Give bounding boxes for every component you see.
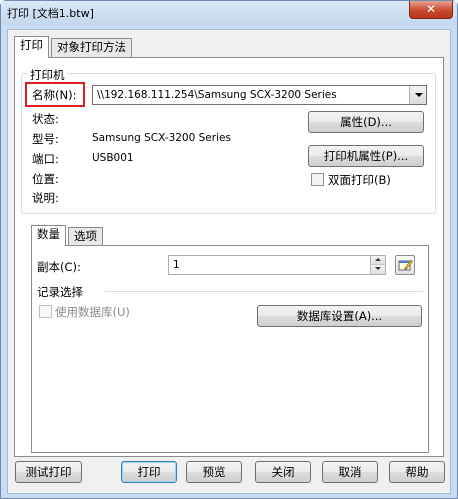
copies-spinner[interactable]: 1 [168, 255, 386, 275]
copies-options-button[interactable] [395, 255, 415, 275]
spin-up-button[interactable] [370, 256, 385, 265]
printer-model-label: 型号: [32, 132, 59, 146]
edit-icon [398, 259, 413, 271]
tab-quantity[interactable]: 数量 [31, 225, 66, 246]
preview-button[interactable]: 预览 [186, 461, 242, 483]
copies-label: 副本(C): [37, 260, 81, 274]
print-button[interactable]: 打印 [121, 461, 177, 483]
printer-group-label: 打印机 [28, 67, 67, 83]
print-dialog: 打印 [文档1.btw] ✕ 打印 对象打印方法 打印机 名称(N): \\19… [0, 0, 458, 499]
print-tab-panel: 打印机 名称(N): \\192.168.111.254\Samsung SCX… [14, 57, 444, 457]
duplex-checkbox[interactable] [311, 173, 324, 186]
title-bar[interactable]: 打印 [文档1.btw] ✕ [1, 1, 457, 25]
record-selection-separator [105, 291, 423, 292]
cancel-button[interactable]: 取消 [322, 461, 378, 483]
dialog-body: 打印 对象打印方法 打印机 名称(N): \\192.168.111.254\S… [7, 29, 451, 494]
close-window-button[interactable]: ✕ [409, 1, 453, 19]
printer-name-value: \\192.168.111.254\Samsung SCX-3200 Serie… [97, 89, 337, 101]
arrow-down-icon [375, 267, 381, 270]
spin-down-button[interactable] [370, 265, 385, 274]
printer-location-label: 位置: [32, 172, 59, 186]
printer-name-select[interactable]: \\192.168.111.254\Samsung SCX-3200 Serie… [92, 85, 427, 105]
tab-object-print-method[interactable]: 对象打印方法 [51, 38, 132, 57]
tab-options[interactable]: 选项 [68, 227, 103, 246]
use-database-checkbox[interactable] [39, 305, 52, 318]
printer-port-value: USB001 [92, 152, 134, 164]
copies-spin-buttons [370, 256, 385, 274]
database-settings-button[interactable]: 数据库设置(A)... [257, 305, 422, 327]
tab-print[interactable]: 打印 [14, 36, 49, 58]
test-print-button[interactable]: 测试打印 [15, 461, 82, 483]
close-button[interactable]: 关闭 [255, 461, 311, 483]
arrow-up-icon [375, 258, 381, 261]
use-database-label: 使用数据库(U) [55, 305, 130, 319]
printer-model-value: Samsung SCX-3200 Series [92, 132, 231, 144]
window-title: 打印 [文档1.btw] [7, 7, 94, 20]
properties-button[interactable]: 属性(D)... [308, 111, 424, 133]
close-icon: ✕ [425, 2, 437, 16]
dropdown-button[interactable] [409, 86, 426, 104]
duplex-label: 双面打印(B) [328, 173, 391, 187]
record-selection-label: 记录选择 [37, 285, 83, 299]
help-button[interactable]: 帮助 [389, 461, 445, 483]
printer-comment-label: 说明: [32, 191, 59, 205]
printer-name-label: 名称(N): [32, 88, 77, 102]
printer-properties-button[interactable]: 打印机属性(P)... [308, 145, 424, 167]
printer-port-label: 端口: [32, 152, 59, 166]
copies-value: 1 [173, 259, 180, 271]
printer-status-label: 状态: [32, 112, 59, 126]
quantity-panel [31, 245, 429, 453]
chevron-down-icon [415, 93, 423, 97]
